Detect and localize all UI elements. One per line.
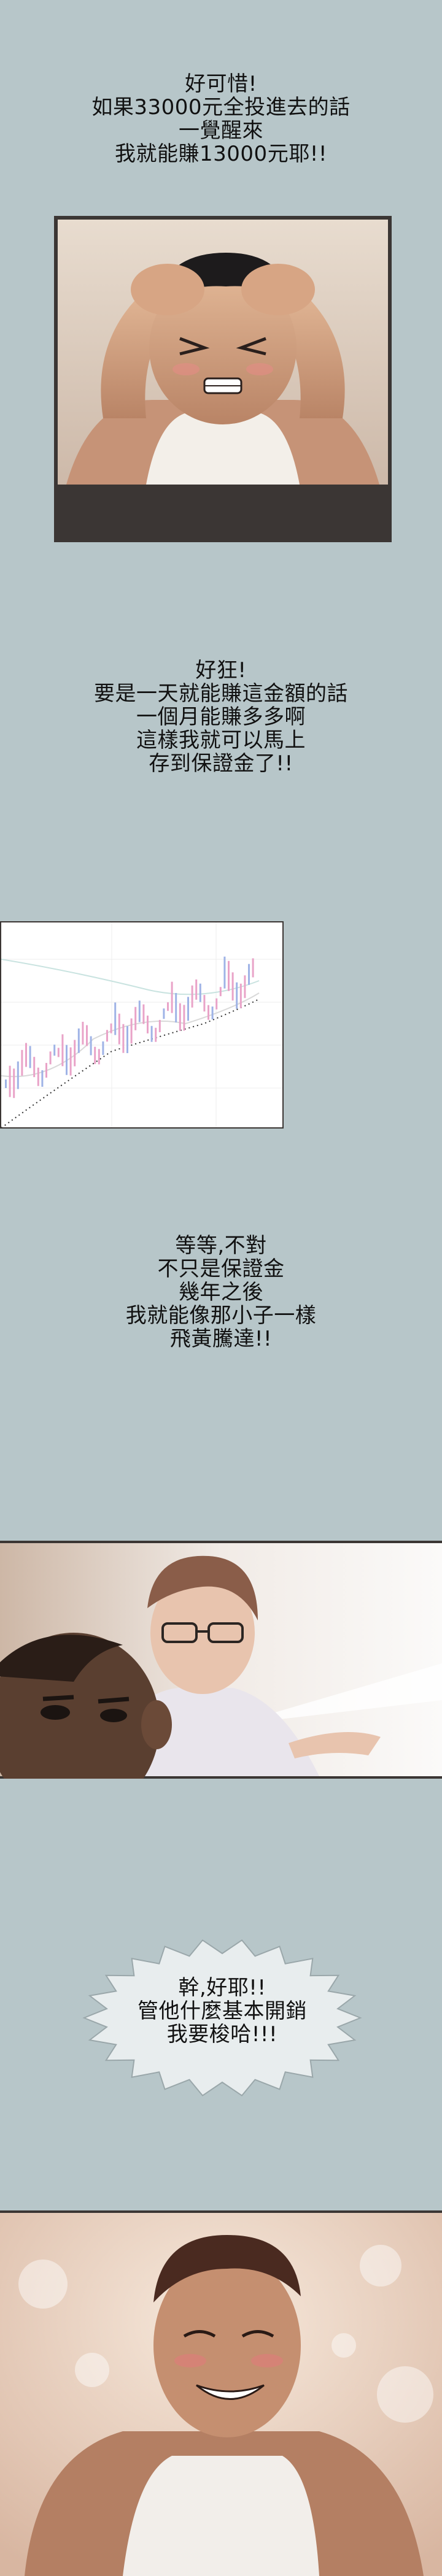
chart-candle: [53, 1045, 56, 1056]
caption-line: 幹,好耶!!: [178, 1976, 266, 2000]
chart-candle: [147, 1015, 149, 1033]
chart-candle: [122, 1024, 125, 1053]
chart-candle: [150, 1025, 153, 1042]
chart-candle: [199, 983, 201, 1002]
chart-candle: [106, 1030, 108, 1042]
chart-candle: [5, 1079, 7, 1088]
chart-candle: [102, 1041, 104, 1055]
chart-candle: [207, 1005, 209, 1020]
panel-stock-chart: [0, 921, 284, 1129]
chart-candle: [69, 1047, 72, 1076]
frustrated-man-illustration: [58, 220, 388, 485]
chart-candle: [45, 1063, 47, 1078]
chart-candle: [244, 975, 246, 999]
caption-line: 好可惜!: [185, 72, 257, 96]
chart-candle: [130, 1018, 133, 1044]
chart-candle: [183, 1005, 185, 1031]
caption-line: 如果33000元全投進去的話: [91, 95, 351, 120]
chart-candle: [236, 982, 238, 1009]
grinning-man-illustration: [0, 2213, 442, 2576]
chart-candle: [167, 1002, 169, 1011]
caption-line: 我要梭哈!!!: [166, 2022, 278, 2047]
chart-candle: [61, 1034, 64, 1067]
chart-candle: [74, 1040, 76, 1067]
caption-line: 管他什麼基本開銷: [138, 1999, 307, 2023]
chart-candle: [29, 1046, 31, 1068]
car-scene-illustration: [0, 1543, 442, 1779]
chart-candle: [94, 1046, 96, 1064]
chart-candle: [163, 1008, 165, 1019]
chart-candle: [231, 972, 234, 1001]
panel-frustrated-man: [54, 216, 392, 542]
chart-candle: [142, 1004, 145, 1024]
chart-candle: [239, 983, 242, 1008]
caption-line: 一覺醒來: [179, 118, 263, 143]
caption-line: 我就能像那小子一樣: [125, 1303, 317, 1328]
chart-candle: [21, 1049, 23, 1076]
caption-line: 我就能賺13000元耶!!: [115, 142, 327, 166]
chart-candle: [86, 1025, 88, 1046]
chart-candle: [187, 997, 189, 1021]
chart-candle: [138, 1000, 141, 1022]
chart-candle: [17, 1061, 19, 1089]
chart-candle: [219, 987, 222, 997]
chart-candle: [223, 956, 226, 989]
chart-candle: [179, 1003, 181, 1031]
chart-candle: [215, 998, 218, 1010]
caption-line: 要是一天就能賺這金額的話: [94, 681, 348, 706]
chart-candle: [9, 1065, 11, 1097]
chart-candle: [33, 1057, 36, 1078]
caption-line: 飛黃騰達!!: [169, 1327, 273, 1351]
caption-line: 一個月能賺多多啊: [136, 705, 306, 729]
chart-candle: [126, 1026, 128, 1054]
caption-line: 幾年之後: [179, 1280, 263, 1305]
panel-car-scene: [0, 1541, 442, 1779]
caption-line: 等等,不對: [175, 1233, 267, 1258]
chart-candle: [248, 964, 250, 985]
chart-candle: [66, 1045, 68, 1075]
chart-candle: [175, 993, 177, 1023]
shout-bubble: 幹,好耶!! 管他什麼基本開銷 我要梭哈!!!: [81, 1938, 363, 2098]
chart-candle: [98, 1049, 100, 1065]
caption-excited: 好狂! 要是一天就能賺這金額的話 一個月能賺多多啊 這樣我就可以馬上 存到保證金…: [0, 659, 442, 775]
chart-candle: [203, 995, 206, 1012]
stock-chart-illustration: [1, 922, 282, 1127]
chart-candle: [82, 1021, 84, 1045]
chart-candle: [57, 1048, 60, 1057]
chart-candle: [25, 1043, 27, 1067]
chart-candle: [118, 1013, 120, 1045]
chart-candle: [228, 960, 230, 991]
chart-candle: [90, 1036, 92, 1056]
caption-line: 好狂!: [195, 658, 247, 683]
caption-line: 這樣我就可以馬上: [136, 728, 306, 753]
chart-candle: [195, 979, 198, 1000]
panel-grinning-man: [0, 2210, 442, 2576]
caption-line: 不只是保證金: [157, 1257, 285, 1281]
chart-candle: [13, 1068, 15, 1098]
chart-candle: [110, 1023, 112, 1033]
chart-candle: [114, 1002, 117, 1035]
chart-candle: [77, 1028, 80, 1053]
chart-candle: [37, 1067, 39, 1086]
chart-candle: [49, 1051, 52, 1065]
chart-candle: [191, 985, 193, 1008]
caption-line: 存到保證金了!!: [149, 751, 293, 776]
chart-candle: [211, 1006, 214, 1020]
chart-candle: [171, 981, 173, 1013]
chart-candle: [134, 1006, 137, 1030]
caption-all-in: 幹,好耶!! 管他什麼基本開銷 我要梭哈!!!: [81, 1976, 363, 2046]
chart-candle: [158, 1019, 161, 1032]
chart-candle: [252, 958, 254, 978]
webtoon-page: { "captions": { "c1": { "line1": "好可惜!",…: [0, 0, 442, 2576]
chart-candle: [41, 1070, 44, 1087]
caption-dream: 等等,不對 不只是保證金 幾年之後 我就能像那小子一樣 飛黃騰達!!: [0, 1234, 442, 1351]
chart-candle: [155, 1027, 157, 1042]
caption-regret: 好可惜! 如果33000元全投進去的話 一覺醒來 我就能賺13000元耶!!: [0, 72, 442, 166]
